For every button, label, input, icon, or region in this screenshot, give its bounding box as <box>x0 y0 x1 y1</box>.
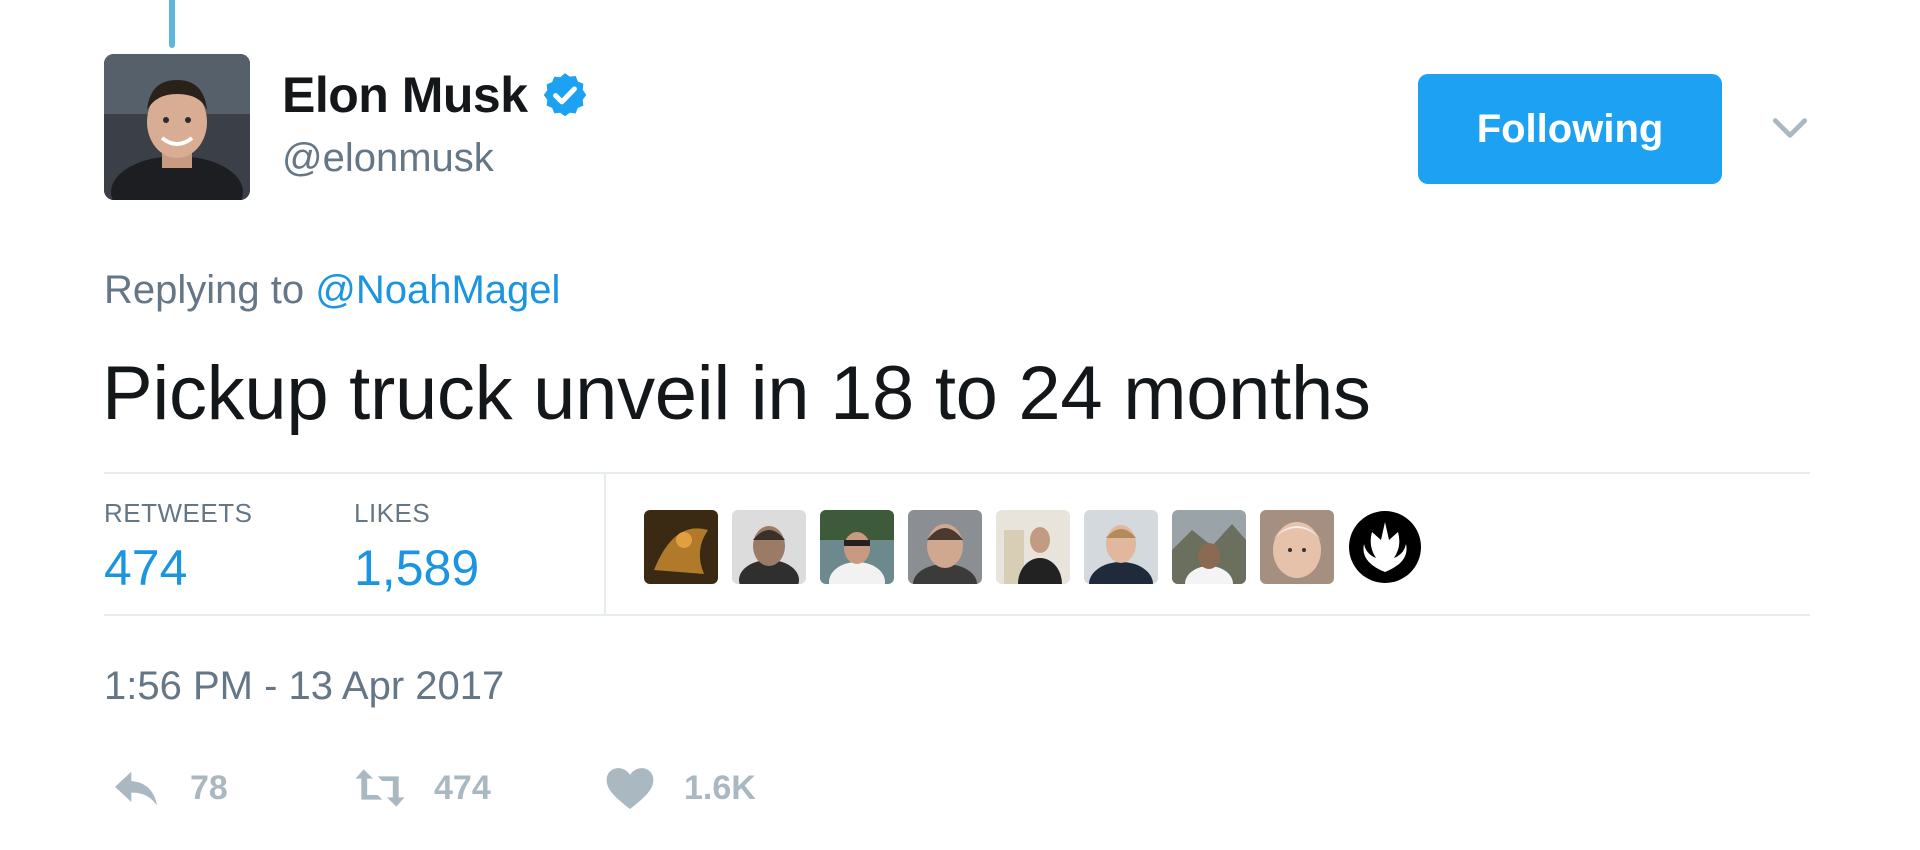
tweet-header: Elon Musk @elonmusk Following <box>104 54 1816 204</box>
liker-avatar[interactable] <box>1084 510 1158 584</box>
reply-context: Replying to @NoahMagel <box>104 268 560 313</box>
thread-connector <box>169 0 175 48</box>
liker-avatar[interactable] <box>820 510 894 584</box>
reply-action[interactable]: 78 <box>108 760 228 816</box>
rebel-alliance-icon <box>1349 511 1421 583</box>
retweets-stat[interactable]: RETWEETS 474 <box>104 498 252 597</box>
tweet-stats: RETWEETS 474 LIKES 1,589 <box>104 472 1810 616</box>
like-count: 1.6K <box>684 768 756 807</box>
liker-avatar[interactable] <box>732 510 806 584</box>
retweet-count: 474 <box>434 768 491 807</box>
liker-avatar[interactable] <box>996 510 1070 584</box>
tweet-text: Pickup truck unveil in 18 to 24 months <box>102 351 1371 436</box>
following-button[interactable]: Following <box>1418 74 1722 184</box>
reply-prefix: Replying to <box>104 268 305 312</box>
liker-avatar[interactable] <box>1172 510 1246 584</box>
reply-target-link[interactable]: @NoahMagel <box>315 268 560 312</box>
avatar[interactable] <box>104 54 250 200</box>
reply-count: 78 <box>190 768 228 807</box>
liker-avatar[interactable] <box>1260 510 1334 584</box>
avatar-image <box>104 54 250 200</box>
likes-label: LIKES <box>354 498 431 528</box>
likes-stat[interactable]: LIKES 1,589 <box>354 498 479 597</box>
chevron-down-icon[interactable] <box>1768 106 1812 150</box>
retweets-value: 474 <box>104 540 188 596</box>
retweet-action[interactable]: 474 <box>352 760 491 816</box>
heart-icon <box>606 768 654 809</box>
verified-badge-icon <box>543 73 586 117</box>
author-name[interactable]: Elon Musk <box>282 66 528 124</box>
liker-avatar[interactable] <box>644 510 718 584</box>
liker-avatar[interactable] <box>908 510 982 584</box>
author-handle[interactable]: @elonmusk <box>282 136 494 181</box>
likers-avatars <box>644 510 1422 584</box>
author-name-row: Elon Musk <box>282 66 590 124</box>
likes-value: 1,589 <box>354 540 480 596</box>
liker-avatar[interactable] <box>1348 510 1422 584</box>
like-action[interactable]: 1.6K <box>602 760 756 816</box>
stats-divider <box>604 474 606 614</box>
retweet-icon <box>355 769 405 807</box>
retweets-label: RETWEETS <box>104 498 253 528</box>
tweet-timestamp[interactable]: 1:56 PM - 13 Apr 2017 <box>104 664 504 709</box>
reply-icon <box>115 771 157 806</box>
